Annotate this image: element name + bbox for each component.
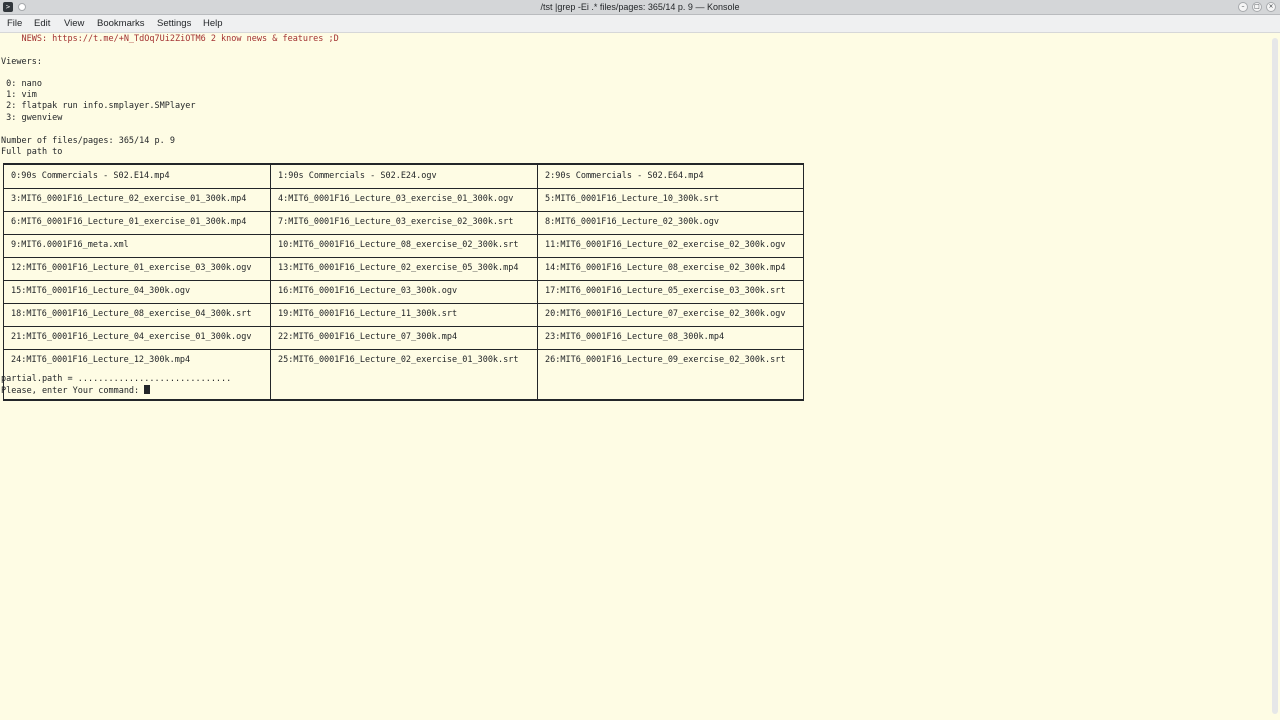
window-title: /tst |grep -Ei .* files/pages: 365/14 p.… bbox=[540, 2, 740, 12]
file-cell: 15:MIT6_0001F16_Lecture_04_300k.ogv bbox=[11, 286, 191, 296]
file-cell: 25:MIT6_0001F16_Lecture_02_exercise_01_3… bbox=[278, 355, 519, 365]
terminal-area[interactable]: NEWS: https://t.me/+N_TdOq7Ui2ZiOTM6 2 k… bbox=[0, 33, 1268, 720]
full-path-label: Full path to bbox=[1, 147, 63, 157]
file-cell: 8:MIT6_0001F16_Lecture_02_300k.ogv bbox=[545, 217, 719, 227]
file-cell: 26:MIT6_0001F16_Lecture_09_exercise_02_3… bbox=[545, 355, 786, 365]
file-cell: 16:MIT6_0001F16_Lecture_03_300k.ogv bbox=[278, 286, 458, 296]
command-prompt-line[interactable]: Please, enter Your command: bbox=[1, 385, 151, 397]
file-cell: 19:MIT6_0001F16_Lecture_11_300k.srt bbox=[278, 309, 458, 319]
menu-settings[interactable]: Settings bbox=[157, 15, 191, 32]
file-cell: 24:MIT6_0001F16_Lecture_12_300k.mp4 bbox=[11, 355, 191, 365]
file-cell: 14:MIT6_0001F16_Lecture_08_exercise_02_3… bbox=[545, 263, 786, 273]
file-cell: 22:MIT6_0001F16_Lecture_07_300k.mp4 bbox=[278, 332, 458, 342]
title-bar[interactable]: > /tst |grep -Ei .* files/pages: 365/14 … bbox=[0, 0, 1280, 15]
text-cursor bbox=[144, 385, 151, 394]
file-cell: 0:90s Commercials - S02.E14.mp4 bbox=[11, 171, 170, 181]
viewers-header: Viewers: bbox=[1, 57, 42, 67]
file-cell: 1:90s Commercials - S02.E24.ogv bbox=[278, 171, 437, 181]
file-cell: 13:MIT6_0001F16_Lecture_02_exercise_05_3… bbox=[278, 263, 519, 273]
viewer-item: 0: nano bbox=[1, 79, 42, 89]
partial-path: partial.path = .........................… bbox=[1, 374, 232, 384]
file-cell: 2:90s Commercials - S02.E64.mp4 bbox=[545, 171, 704, 181]
scrollbar[interactable] bbox=[1272, 38, 1278, 714]
menu-view[interactable]: View bbox=[64, 15, 84, 32]
file-cell: 20:MIT6_0001F16_Lecture_07_exercise_02_3… bbox=[545, 309, 786, 319]
file-cell: 6:MIT6_0001F16_Lecture_01_exercise_01_30… bbox=[11, 217, 247, 227]
file-cell: 12:MIT6_0001F16_Lecture_01_exercise_03_3… bbox=[11, 263, 252, 273]
file-cell: 9:MIT6.0001F16_meta.xml bbox=[11, 240, 129, 250]
close-icon[interactable]: × bbox=[1266, 2, 1276, 12]
menu-help[interactable]: Help bbox=[203, 15, 223, 32]
maximize-icon[interactable]: □ bbox=[1252, 2, 1262, 12]
viewer-item: 2: flatpak run info.smplayer.SMPlayer bbox=[1, 101, 196, 111]
menu-bookmarks[interactable]: Bookmarks bbox=[97, 15, 145, 32]
viewer-item: 1: vim bbox=[1, 90, 37, 100]
file-cell: 10:MIT6_0001F16_Lecture_08_exercise_02_3… bbox=[278, 240, 519, 250]
file-cell: 21:MIT6_0001F16_Lecture_04_exercise_01_3… bbox=[11, 332, 252, 342]
file-cell: 3:MIT6_0001F16_Lecture_02_exercise_01_30… bbox=[11, 194, 247, 204]
file-cell: 17:MIT6_0001F16_Lecture_05_exercise_03_3… bbox=[545, 286, 786, 296]
file-cell: 4:MIT6_0001F16_Lecture_03_exercise_01_30… bbox=[278, 194, 514, 204]
file-cell: 7:MIT6_0001F16_Lecture_03_exercise_02_30… bbox=[278, 217, 514, 227]
viewer-item: 3: gwenview bbox=[1, 113, 63, 123]
command-prompt: Please, enter Your command: bbox=[1, 386, 145, 396]
menu-edit[interactable]: Edit bbox=[34, 15, 50, 32]
file-cell: 5:MIT6_0001F16_Lecture_10_300k.srt bbox=[545, 194, 719, 204]
file-cell: 18:MIT6_0001F16_Lecture_08_exercise_04_3… bbox=[11, 309, 252, 319]
minimize-icon[interactable]: – bbox=[1238, 2, 1248, 12]
file-cell: 23:MIT6_0001F16_Lecture_08_300k.mp4 bbox=[545, 332, 725, 342]
file-cell: 11:MIT6_0001F16_Lecture_02_exercise_02_3… bbox=[545, 240, 786, 250]
menu-file[interactable]: File bbox=[7, 15, 22, 32]
menu-bar: File Edit View Bookmarks Settings Help bbox=[0, 15, 1280, 33]
file-table: 0:90s Commercials - S02.E14.mp4 1:90s Co… bbox=[3, 163, 804, 401]
news-line: NEWS: https://t.me/+N_TdOq7Ui2ZiOTM6 2 k… bbox=[1, 34, 339, 44]
files-count: Number of files/pages: 365/14 p. 9 bbox=[1, 136, 175, 146]
